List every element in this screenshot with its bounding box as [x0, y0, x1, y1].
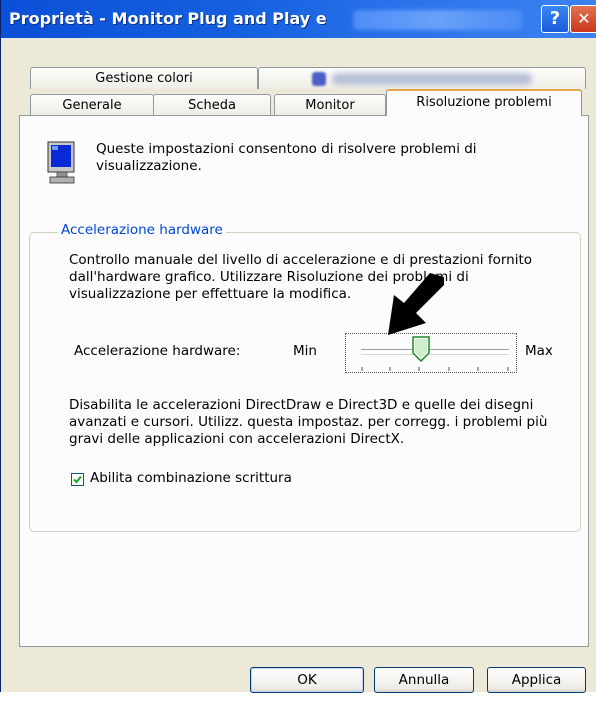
slider-max-label: Max: [525, 343, 553, 359]
ok-button[interactable]: OK: [250, 667, 364, 693]
write-combining-label[interactable]: Abilita combinazione scrittura: [90, 470, 292, 486]
slider-ticks: [361, 367, 509, 371]
troubleshoot-panel: Queste impostazioni consentono di risolv…: [19, 115, 589, 647]
tab-label: Risoluzione problemi: [416, 95, 552, 110]
properties-dialog: Proprietà - Monitor Plug and Play e ? ✕ …: [0, 0, 596, 693]
help-button[interactable]: ?: [541, 5, 569, 33]
tab-label: Generale: [62, 98, 122, 113]
pointer-arrow-icon: [388, 273, 444, 335]
slider-label: Accelerazione hardware:: [74, 343, 241, 359]
adapter-icon: [312, 71, 326, 86]
intro-text: Queste impostazioni consentono di risolv…: [96, 141, 477, 174]
redacted-tab-label: [332, 72, 532, 85]
check-icon: [73, 475, 82, 484]
monitor-icon: [47, 141, 75, 184]
cancel-button[interactable]: Annulla: [374, 667, 474, 693]
write-combining-checkbox[interactable]: [71, 473, 84, 486]
tab-gestione-colori[interactable]: Gestione colori: [30, 67, 258, 89]
slider-thumb[interactable]: [412, 336, 430, 362]
tab-label: Scheda: [188, 98, 236, 113]
tab-generale[interactable]: Generale: [30, 94, 154, 116]
acceleration-description: Controllo manuale del livello di acceler…: [69, 252, 533, 302]
close-button[interactable]: ✕: [570, 5, 596, 33]
tab-monitor[interactable]: Monitor: [274, 94, 386, 116]
directx-description: Disabilita le accelerazioni DirectDraw e…: [69, 397, 548, 447]
apply-button[interactable]: Applica: [487, 667, 586, 693]
tab-label: Gestione colori: [95, 71, 193, 86]
group-title: Accelerazione hardware: [58, 222, 226, 238]
window-title: Proprietà - Monitor Plug and Play e: [9, 9, 327, 28]
tab-redacted[interactable]: [258, 67, 586, 89]
tab-label: Monitor: [305, 98, 355, 113]
title-bar[interactable]: Proprietà - Monitor Plug and Play e ? ✕: [1, 0, 596, 38]
redacted-title-area: [353, 10, 523, 30]
slider-track[interactable]: [361, 349, 509, 354]
tab-scheda[interactable]: Scheda: [153, 94, 271, 116]
slider-min-label: Min: [293, 343, 317, 359]
tab-risoluzione-problemi[interactable]: Risoluzione problemi: [386, 89, 582, 116]
